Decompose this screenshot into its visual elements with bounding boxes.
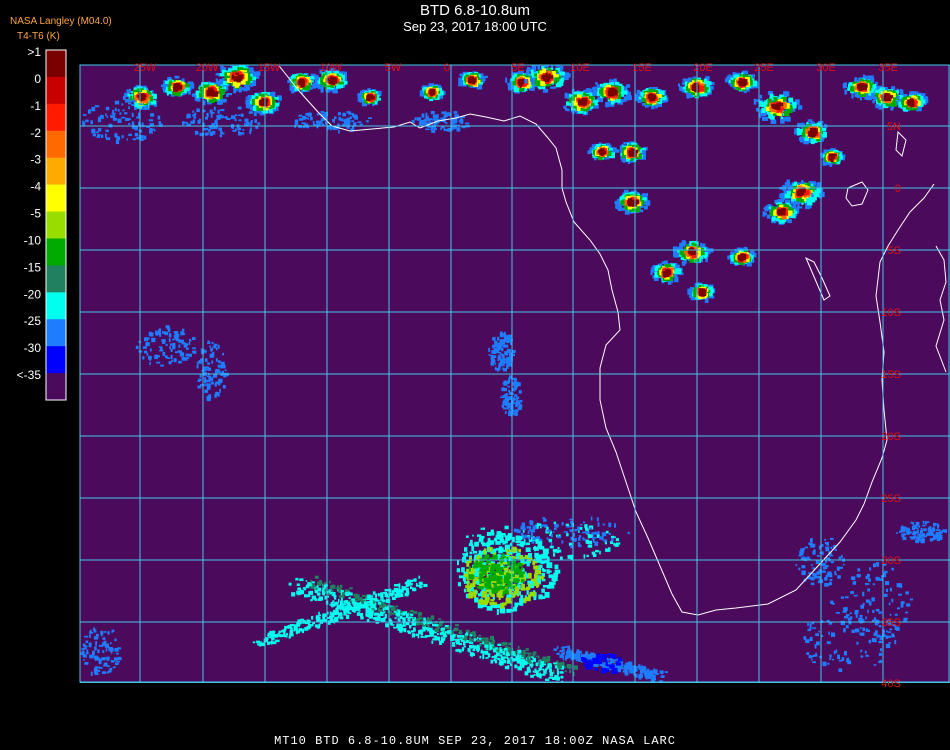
longitude-label: 5W [385, 62, 402, 74]
legend-bar: >1 0 -1 -2 -3 -4 -5 -10 -15 -20 -25 -30 <-35 [17, 45, 67, 401]
longitude-label: 15E [632, 62, 652, 74]
legend-swatch [46, 238, 66, 266]
longitude-label: 5E [511, 62, 524, 74]
longitude-label: 20E [693, 62, 713, 74]
longitude-label: 25W [134, 62, 157, 74]
legend-swatch [46, 184, 66, 213]
legend-label: -5 [30, 207, 41, 221]
legend-label: -3 [30, 153, 41, 167]
legend-swatch [46, 373, 66, 401]
latitude-label: 5S [888, 245, 901, 257]
legend-label: -2 [30, 126, 41, 140]
longitude-label: 10W [320, 62, 343, 74]
legend-swatch [46, 50, 66, 78]
legend-label: 0 [34, 72, 41, 86]
legend-label: -30 [24, 341, 42, 355]
legend-label: <-35 [17, 368, 42, 382]
legend-swatch [46, 76, 66, 105]
longitude-label: 25E [754, 62, 774, 74]
latitude-label: 30S [881, 555, 901, 567]
legend-swatch [46, 103, 66, 132]
legend-label: -15 [24, 260, 42, 274]
longitude-label: 35E [878, 62, 898, 74]
legend-swatch [46, 130, 66, 159]
legend-swatch [46, 211, 66, 239]
latitude-label: 5N [887, 121, 901, 133]
legend-swatch [46, 265, 66, 293]
legend-label: -10 [24, 233, 42, 247]
legend-label: >1 [27, 45, 41, 59]
legend-label: -25 [24, 314, 42, 328]
legend-label: -4 [30, 180, 41, 194]
latitude-label: 25S [881, 493, 901, 505]
latitude-label: 35S [881, 617, 901, 629]
latitude-label: 20S [881, 431, 901, 443]
legend-label: -20 [24, 287, 42, 301]
longitude-label: 10E [570, 62, 590, 74]
latitude-label: 0 [895, 183, 901, 195]
latitude-label: 15S [881, 369, 901, 381]
longitude-label: 30E [816, 62, 836, 74]
satellite-map: 25W 20W 15W 10W 5W 0 5E 10E 15E 20E 25E 30E 35E 5N 0 5… [17, 45, 950, 690]
footer-caption: MT10 BTD 6.8-10.8UM SEP 23, 2017 18:00Z … [274, 734, 676, 748]
legend-swatch [46, 292, 66, 320]
longitude-label: 15W [258, 62, 281, 74]
latitude-label: 40S [881, 678, 901, 690]
legend-swatch [46, 346, 66, 374]
legend-swatch [46, 157, 66, 186]
latitude-label: 10S [881, 307, 901, 319]
legend-swatch [46, 319, 66, 347]
longitude-label: 0 [444, 62, 450, 74]
legend-label: -1 [30, 99, 41, 113]
longitude-label: 20W [196, 62, 219, 74]
